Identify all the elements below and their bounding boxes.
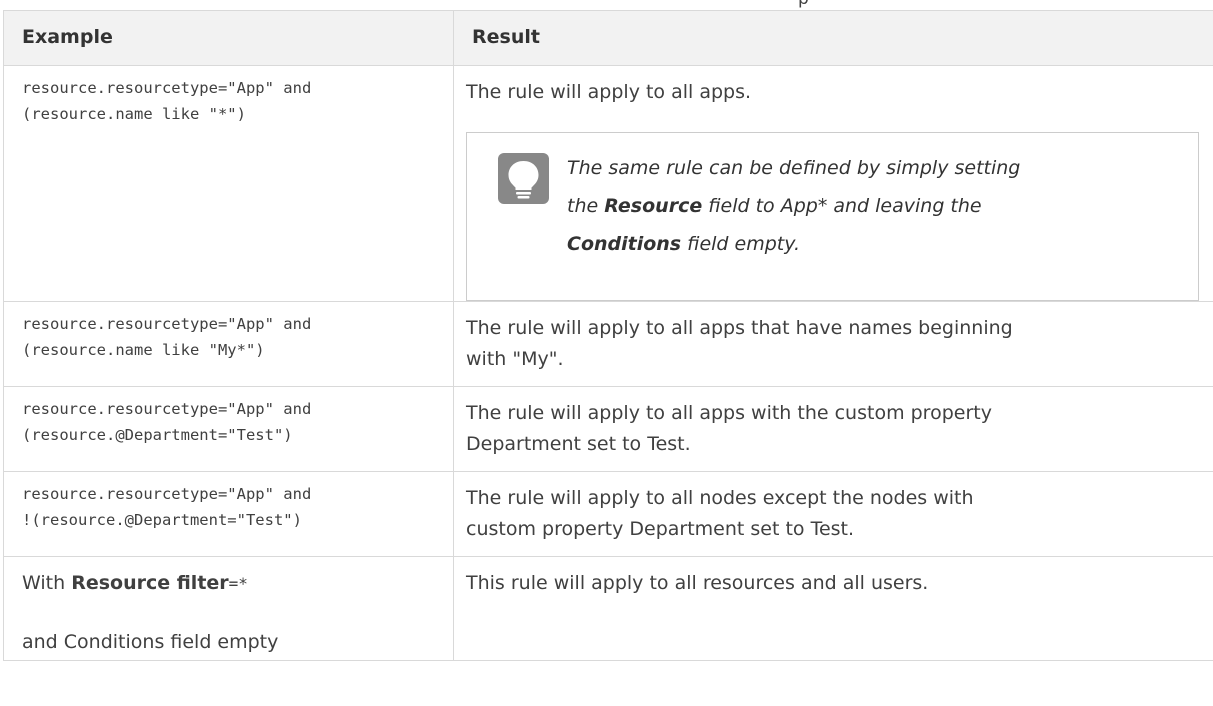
result-cell: The rule will apply to all apps that hav…: [453, 301, 1213, 387]
bold-resource-filter: Resource filter: [71, 572, 229, 594]
code-line: (resource.name like "*"): [22, 105, 246, 123]
code-line: resource.resourcetype="App" and: [22, 79, 312, 97]
example-cell: resource.resourcetype="App" and !(resour…: [3, 471, 454, 557]
result-text: The rule will apply to all apps.: [466, 81, 752, 103]
result-text: custom property Department set to Test.: [466, 518, 855, 540]
result-cell: This rule will apply to all resources an…: [453, 556, 1213, 661]
result-cell: The rule will apply to all apps with the…: [453, 386, 1213, 472]
table-row: resource.resourcetype="App" and !(resour…: [3, 471, 1213, 557]
table-row: resource.resourcetype="App" and (resourc…: [3, 301, 1213, 387]
paragraph: and Conditions field empty: [22, 631, 279, 653]
example-cell: resource.resourcetype="App" and (resourc…: [3, 65, 454, 302]
result-text: Department set to Test.: [466, 433, 691, 455]
inline-code: =*: [228, 574, 248, 593]
tip-bold-conditions: Conditions: [567, 233, 682, 255]
result-text: The rule will apply to all nodes except …: [466, 487, 974, 509]
code-line: resource.resourcetype="App" and: [22, 400, 312, 418]
tip-bold-resource: Resource: [604, 195, 703, 217]
result-cell: The rule will apply to all nodes except …: [453, 471, 1213, 557]
example-cell: With Resource filter=* and Conditions fi…: [3, 556, 454, 661]
result-cell: The rule will apply to all apps. The sam…: [453, 65, 1213, 302]
caption-fragment: p: [0, 0, 1213, 9]
code-line: (resource.@Department="Test"): [22, 426, 293, 444]
code-line: resource.resourcetype="App" and: [22, 485, 312, 503]
code-line: resource.resourcetype="App" and: [22, 315, 312, 333]
examples-table: Example Result resource.resourcetype="Ap…: [3, 10, 1213, 661]
example-cell: resource.resourcetype="App" and (resourc…: [3, 386, 454, 472]
result-text: The rule will apply to all apps with the…: [466, 402, 992, 424]
lightbulb-icon: [498, 153, 549, 204]
code-line: !(resource.@Department="Test"): [22, 511, 302, 529]
table-row: resource.resourcetype="App" and (resourc…: [3, 386, 1213, 472]
table-row: With Resource filter=* and Conditions fi…: [3, 556, 1213, 661]
header-example: Example: [3, 10, 454, 66]
header-result: Result: [453, 10, 1213, 66]
result-text: with "My".: [466, 348, 564, 370]
table-header-row: Example Result: [3, 10, 1213, 66]
tip-text: The same rule can be defined by simply s…: [567, 157, 1021, 255]
caption-fragment-text: p: [798, 0, 809, 9]
table-row: resource.resourcetype="App" and (resourc…: [3, 65, 1213, 302]
tip-box: The same rule can be defined by simply s…: [466, 132, 1199, 301]
code-line: (resource.name like "My*"): [22, 341, 265, 359]
result-text: The rule will apply to all apps that hav…: [466, 317, 1013, 339]
result-text: This rule will apply to all resources an…: [466, 572, 929, 594]
example-cell: resource.resourcetype="App" and (resourc…: [3, 301, 454, 387]
